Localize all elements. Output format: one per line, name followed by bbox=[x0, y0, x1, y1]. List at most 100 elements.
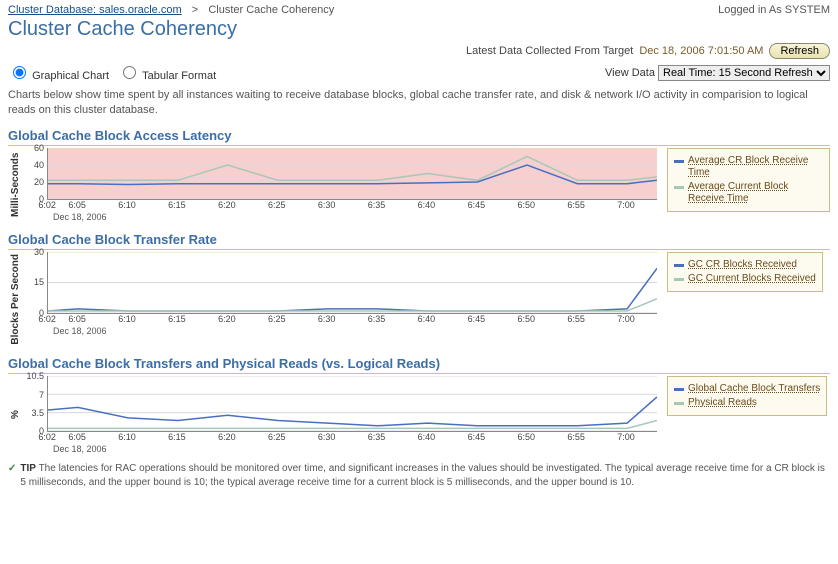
legend-transfer-rate: GC CR Blocks Received GC Current Blocks R… bbox=[667, 252, 823, 292]
xtick-label: 6:10 bbox=[118, 314, 136, 324]
xtick-label: 6:15 bbox=[168, 314, 186, 324]
graphical-chart-label: Graphical Chart bbox=[32, 70, 109, 82]
xtick-label: 6:25 bbox=[268, 200, 286, 210]
legend-label: GC Current Blocks Received bbox=[688, 273, 816, 285]
ytick-label: 7 bbox=[39, 390, 44, 400]
xtick-label: 6:35 bbox=[368, 314, 386, 324]
tabular-format-radio-input[interactable] bbox=[123, 66, 136, 79]
section-title-transfers-reads: Global Cache Block Transfers and Physica… bbox=[8, 356, 830, 374]
legend-item[interactable]: GC Current Blocks Received bbox=[674, 273, 816, 285]
legend-label: Global Cache Block Transfers bbox=[688, 383, 820, 395]
xtick-label: 6:40 bbox=[418, 314, 436, 324]
graphical-chart-radio-input[interactable] bbox=[13, 66, 26, 79]
collect-row: Latest Data Collected From Target Dec 18… bbox=[8, 43, 830, 59]
ytick-label: 3.5 bbox=[31, 408, 44, 418]
xtick-label: 6:25 bbox=[268, 432, 286, 442]
graphical-chart-radio[interactable]: Graphical Chart bbox=[8, 70, 112, 82]
ylabel-transfers-reads: % bbox=[8, 376, 23, 454]
breadcrumb-link[interactable]: Cluster Database: sales.oracle.com bbox=[8, 4, 182, 16]
tip-text: The latencies for RAC operations should … bbox=[20, 463, 825, 488]
xticks-transfers-reads: 6:026:056:106:156:206:256:306:356:406:45… bbox=[47, 432, 657, 444]
legend-item[interactable]: Average CR Block Receive Time bbox=[674, 155, 823, 179]
xtick-label: 6:10 bbox=[118, 200, 136, 210]
xtick-label: 6:30 bbox=[318, 432, 336, 442]
legend-item[interactable]: GC CR Blocks Received bbox=[674, 259, 816, 271]
xtick-label: 6:20 bbox=[218, 314, 236, 324]
tip-label: TIP bbox=[20, 463, 36, 474]
xdate-transfer-rate: Dec 18, 2006 bbox=[53, 326, 657, 336]
xtick-label: 7:00 bbox=[617, 432, 635, 442]
xtick-label: 6:20 bbox=[218, 200, 236, 210]
legend-label: GC CR Blocks Received bbox=[688, 259, 797, 271]
legend-label: Average Current Block Receive Time bbox=[688, 181, 823, 205]
legend-swatch bbox=[674, 388, 684, 391]
description-text: Charts below show time spent by all inst… bbox=[8, 88, 830, 118]
legend-swatch bbox=[674, 402, 684, 405]
topbar: Cluster Database: sales.oracle.com > Clu… bbox=[8, 4, 830, 16]
controls-row: Graphical Chart Tabular Format View Data… bbox=[8, 63, 830, 82]
xtick-label: 6:55 bbox=[567, 432, 585, 442]
tip-check-icon: ✓ bbox=[8, 462, 16, 489]
xtick-label: 6:05 bbox=[68, 200, 86, 210]
xticks-latency: 6:026:056:106:156:206:256:306:356:406:45… bbox=[47, 200, 657, 212]
legend-item[interactable]: Physical Reads bbox=[674, 397, 820, 409]
legend-swatch bbox=[674, 186, 684, 189]
section-title-latency: Global Cache Block Access Latency bbox=[8, 128, 830, 146]
view-data-label: View Data bbox=[605, 67, 655, 79]
ytick-label: 40 bbox=[34, 160, 44, 170]
xdate-transfers-reads: Dec 18, 2006 bbox=[53, 444, 657, 454]
ytick-label: 30 bbox=[34, 247, 44, 257]
legend-label: Average CR Block Receive Time bbox=[688, 155, 823, 179]
xtick-label: 6:40 bbox=[418, 432, 436, 442]
tabular-format-radio[interactable]: Tabular Format bbox=[118, 70, 216, 82]
xtick-label: 6:30 bbox=[318, 200, 336, 210]
xtick-label: 6:35 bbox=[368, 200, 386, 210]
chart-block-latency: Milli-Seconds 0204060 6:02 6:05 6:10 6:15 6:… bbox=[8, 148, 830, 222]
xtick-label: 6:10 bbox=[118, 432, 136, 442]
chart-block-transfer-rate: Blocks Per Second 01530 6:026:056:106:15… bbox=[8, 252, 830, 347]
tip-block: ✓ TIP The latencies for RAC operations s… bbox=[8, 462, 830, 489]
view-data-select[interactable]: Real Time: 15 Second Refresh bbox=[658, 65, 830, 81]
ylabel-latency: Milli-Seconds bbox=[8, 148, 23, 222]
ytick-label: 60 bbox=[34, 143, 44, 153]
ylabel-transfer-rate: Blocks Per Second bbox=[8, 252, 23, 347]
breadcrumb: Cluster Database: sales.oracle.com > Clu… bbox=[8, 4, 334, 16]
xtick-label: 6:50 bbox=[517, 432, 535, 442]
xtick-label: 6:30 bbox=[318, 314, 336, 324]
legend-swatch bbox=[674, 264, 684, 267]
xtick-label: 6:02 bbox=[38, 200, 56, 210]
chart-block-transfers-reads: % 03.5710.5 6:026:056:106:156:206:256:30… bbox=[8, 376, 830, 454]
collect-timestamp: Dec 18, 2006 7:01:50 AM bbox=[639, 45, 763, 57]
xtick-label: 6:45 bbox=[468, 432, 486, 442]
xtick-label: 6:05 bbox=[68, 432, 86, 442]
xtick-label: 6:15 bbox=[168, 200, 186, 210]
xtick-label: 6:15 bbox=[168, 432, 186, 442]
refresh-button[interactable]: Refresh bbox=[769, 43, 830, 59]
ytick-label: 10.5 bbox=[26, 371, 44, 381]
xtick-label: 6:02 bbox=[38, 432, 56, 442]
xtick-label: 6:02 bbox=[38, 314, 56, 324]
plot-latency: 0204060 bbox=[47, 148, 657, 200]
legend-item[interactable]: Global Cache Block Transfers bbox=[674, 383, 820, 395]
ytick-label: 15 bbox=[34, 277, 44, 287]
breadcrumb-sep: > bbox=[185, 4, 206, 16]
legend-swatch bbox=[674, 160, 684, 163]
xtick-label: 6:25 bbox=[268, 314, 286, 324]
xtick-label: 6:40 bbox=[418, 200, 436, 210]
legend-transfers-reads: Global Cache Block Transfers Physical Rea… bbox=[667, 376, 827, 416]
legend-swatch bbox=[674, 278, 684, 281]
breadcrumb-current: Cluster Cache Coherency bbox=[208, 4, 334, 16]
view-mode-radios: Graphical Chart Tabular Format bbox=[8, 63, 216, 82]
xdate-latency: Dec 18, 2006 bbox=[53, 212, 657, 222]
logged-in-label: Logged in As SYSTEM bbox=[718, 4, 830, 16]
legend-item[interactable]: Average Current Block Receive Time bbox=[674, 181, 823, 205]
xtick-label: 6:45 bbox=[468, 200, 486, 210]
plot-transfer-rate: 01530 bbox=[47, 252, 657, 314]
section-title-transfer-rate: Global Cache Block Transfer Rate bbox=[8, 232, 830, 250]
xtick-label: 7:00 bbox=[617, 314, 635, 324]
xtick-label: 6:55 bbox=[567, 314, 585, 324]
page-title: Cluster Cache Coherency bbox=[8, 18, 830, 41]
xtick-label: 6:50 bbox=[517, 200, 535, 210]
xtick-label: 6:55 bbox=[567, 200, 585, 210]
xtick-label: 7:00 bbox=[617, 200, 635, 210]
